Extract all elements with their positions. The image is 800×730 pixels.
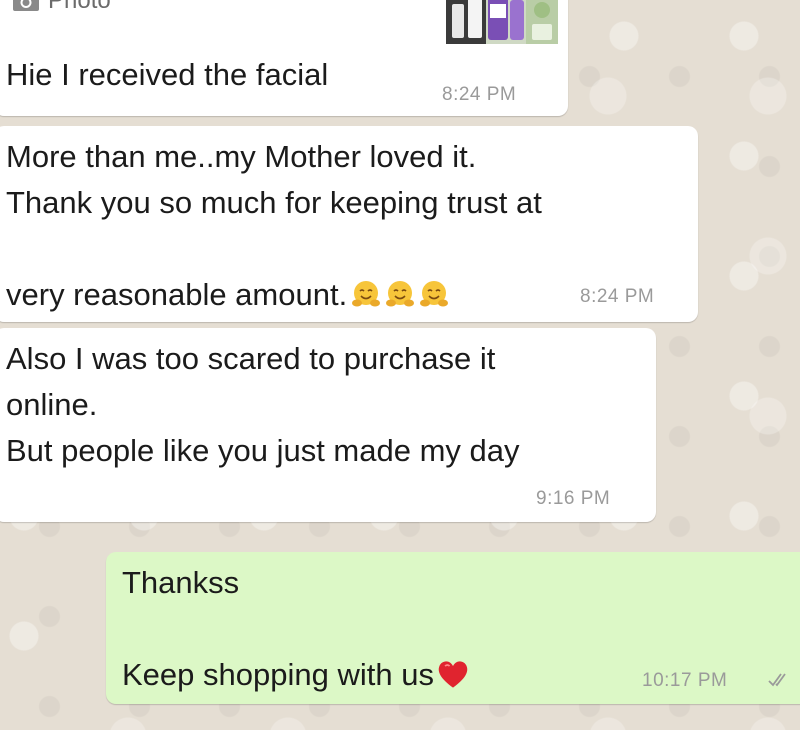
message-timestamp: 9:16 PM [536,488,611,509]
message-text-line-with-emoji: very reasonable amount. [6,226,449,318]
message-text: Also I was too scared to purchase it onl… [6,341,520,468]
message-timestamp: 8:24 PM [580,286,655,307]
message-timestamp: 10:17 PM [642,670,728,691]
red-heart-emoji [438,661,468,688]
message-bubble-incoming[interactable]: Also I was too scared to purchase it onl… [0,328,656,522]
message-text-line: Thankss [122,565,240,600]
hugging-face-emoji [386,281,415,307]
read-double-check-icon [768,673,786,687]
message-text-line-with-emoji: Keep shopping with us [122,606,470,698]
hugging-face-emoji [420,281,449,307]
message-bubble-incoming-photo[interactable]: Photo Hie I received the facial 8:24 PM [0,0,568,116]
message-text: Hie I received the facial [6,57,329,92]
message-text-line: Thank you so much for keeping trust at [6,185,542,220]
hugging-face-emoji [352,281,381,307]
message-text: very reasonable amount. [6,277,348,312]
message-bubble-incoming[interactable]: More than me..my Mother loved it. Thank … [0,126,698,322]
photo-thumbnail[interactable] [446,0,558,44]
message-text-line: More than me..my Mother loved it. [6,139,477,174]
message-text: Keep shopping with us [122,657,434,692]
photo-label: Photo [48,0,111,14]
message-bubble-outgoing[interactable]: Thankss Keep shopping with us 10:17 PM [106,552,800,704]
camera-icon [13,0,39,11]
photo-caption-row: Photo [12,0,111,18]
message-timestamp: 8:24 PM [442,84,517,105]
